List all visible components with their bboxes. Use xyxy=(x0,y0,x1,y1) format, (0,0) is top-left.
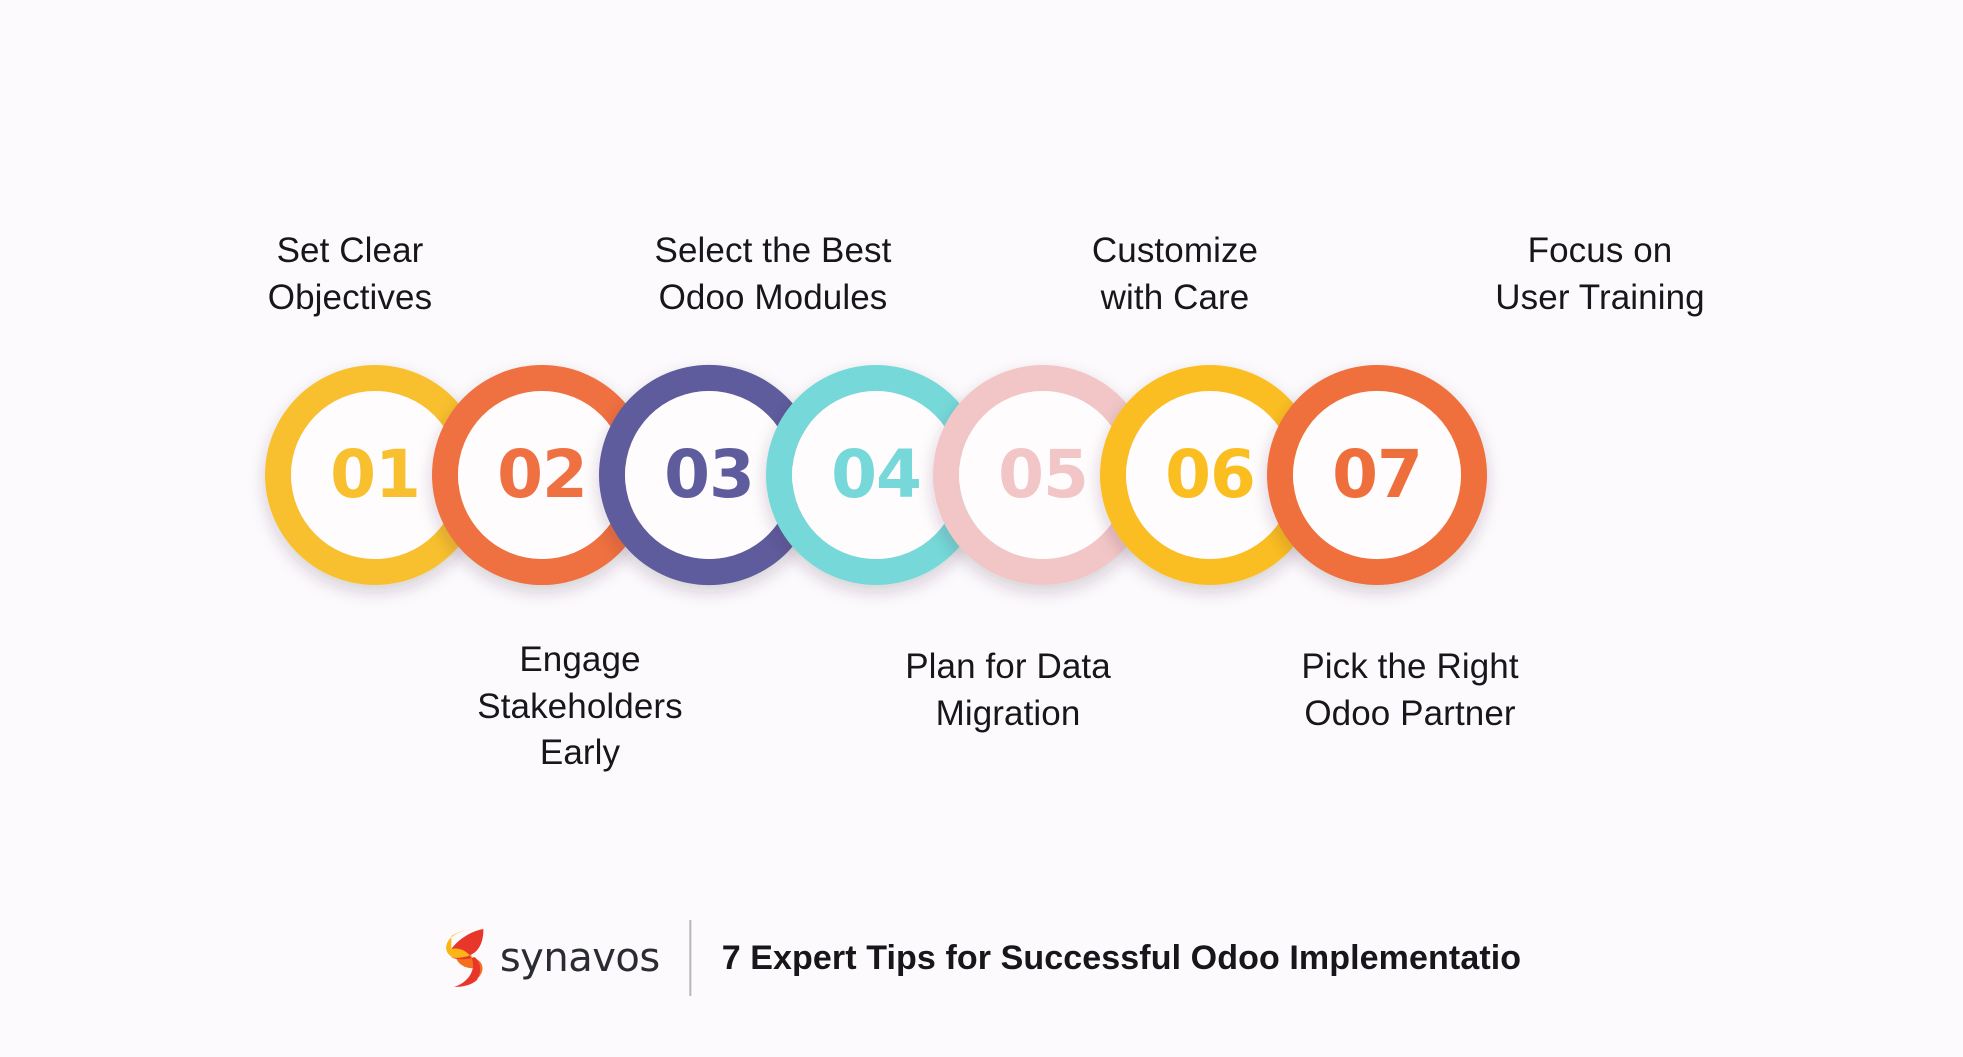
step-caption-03: Select the Best Odoo Modules xyxy=(654,231,892,317)
step-caption-01: Set Clear Objectives xyxy=(267,231,433,317)
step-number-01: 01 xyxy=(330,436,421,513)
footer-title: 7 Expert Tips for Successful Odoo Implem… xyxy=(721,938,1522,977)
step-caption-06: Pick the Right Odoo Partner xyxy=(1301,647,1519,733)
step-number-07: 07 xyxy=(1332,436,1423,513)
step-number-03: 03 xyxy=(664,436,755,513)
step-caption-02: Engage Stakeholders Early xyxy=(477,640,683,773)
step-caption-04: Plan for Data Migration xyxy=(905,647,1111,733)
footer: synavos 7 Expert Tips for Successful Odo… xyxy=(442,920,1521,996)
step-number-06: 06 xyxy=(1165,436,1256,513)
brand-lockup: synavos xyxy=(442,927,690,989)
step-number-04: 04 xyxy=(831,436,922,513)
synavos-s-mark-icon xyxy=(444,929,483,987)
step-number-05: 05 xyxy=(998,436,1089,513)
step-numbers-layer: 01 02 03 04 05 06 07 xyxy=(0,0,1963,1057)
brand-name: synavos xyxy=(499,935,660,981)
step-number-02: 02 xyxy=(497,436,588,513)
infographic-canvas: 01 02 03 04 05 06 07 Set Clear Objectives Engag… xyxy=(0,0,1963,1057)
step-caption-05: Customize with Care xyxy=(1091,231,1259,317)
step-caption-07: Focus on User Training xyxy=(1495,231,1705,317)
